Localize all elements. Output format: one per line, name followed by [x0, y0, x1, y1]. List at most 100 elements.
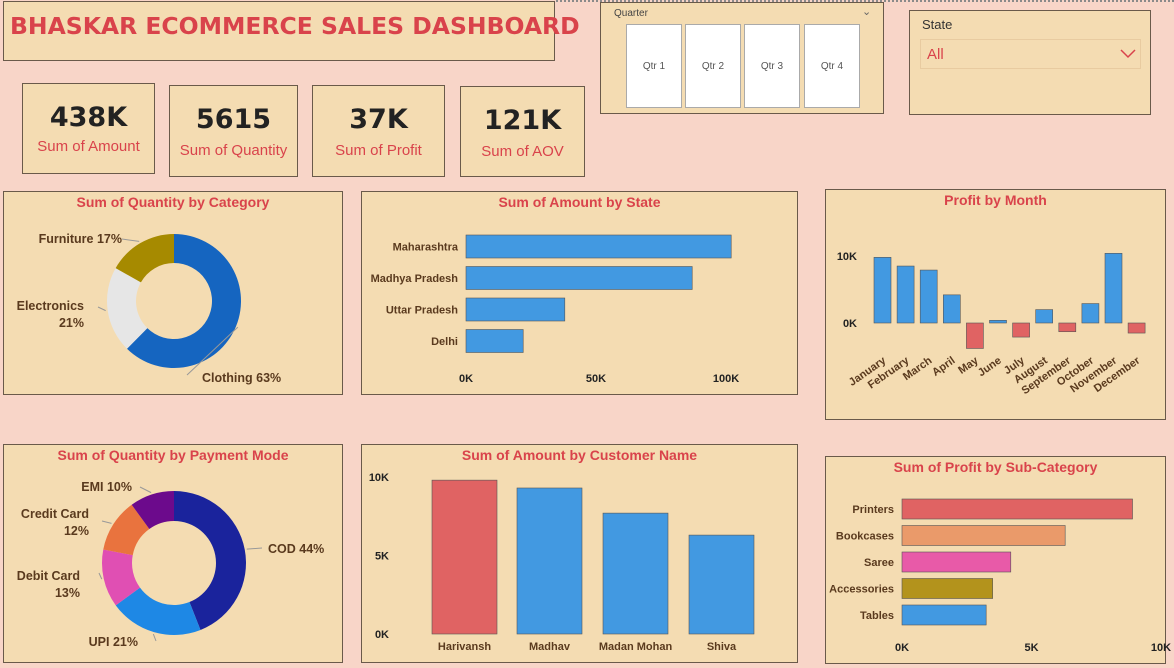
kpi-label: Sum of Quantity: [179, 142, 288, 159]
state-slicer-label: State: [922, 17, 953, 32]
leader-line: [139, 486, 152, 494]
bar: [465, 234, 732, 259]
quarter-option-qtr3[interactable]: Qtr 3: [744, 24, 800, 108]
slice-label: 21%: [59, 316, 84, 330]
quarter-option-qtr2[interactable]: Qtr 2: [685, 24, 741, 108]
bar: [1035, 309, 1053, 324]
bar: [688, 534, 755, 635]
bar: [1058, 322, 1077, 333]
tick-label: 10K: [369, 472, 389, 484]
bar: [602, 512, 669, 635]
qty-by-payment-chart: Sum of Quantity by Payment Mode COD 44% U…: [3, 444, 343, 663]
category-label: Madan Mohan: [599, 641, 673, 653]
category-label: Saree: [864, 557, 894, 569]
bar: [1012, 322, 1030, 338]
bar: [1081, 303, 1100, 324]
bar-svg: JanuaryFebruaryMarchAprilMayJuneJulyAugu…: [837, 251, 1146, 397]
category-label: Uttar Pradesh: [386, 305, 458, 317]
dashboard-title: BHASKAR ECOMMERCE SALES DASHBOARD: [10, 12, 580, 40]
month-label: June: [976, 355, 1004, 380]
category-label: Shiva: [707, 641, 737, 653]
bar: [901, 578, 993, 599]
amount-by-customer-chart: Sum of Amount by Customer Name Harivansh…: [361, 444, 798, 663]
bar: [516, 487, 583, 635]
category-label: Harivansh: [438, 641, 491, 653]
tick-label: 0K: [843, 318, 857, 330]
qty-by-category-chart: Sum of Quantity by Category Clothing 63%…: [3, 191, 343, 395]
bar: [465, 329, 524, 353]
kpi-card-profit: 37K Sum of Profit: [312, 85, 445, 177]
bar: [873, 257, 892, 324]
kpi-card-amount: 438K Sum of Amount: [22, 83, 155, 174]
bar-svg: Harivansh Madhav Madan Mohan Shiva 10K 5K 0K: [369, 472, 755, 653]
category-label: Printers: [852, 504, 894, 516]
leader-line: [101, 520, 112, 524]
bar: [465, 266, 693, 290]
month-label: April: [930, 355, 957, 379]
slice-label: Credit Card: [21, 507, 89, 521]
category-label: Bookcases: [836, 531, 894, 543]
leader-line: [152, 633, 157, 642]
kpi-card-quantity: 5615 Sum of Quantity: [169, 85, 298, 177]
kpi-value: 121K: [483, 105, 562, 136]
tick-label: 0K: [895, 642, 909, 654]
bar: [943, 294, 961, 324]
tick-label: 0K: [459, 373, 473, 385]
kpi-value: 37K: [349, 104, 408, 135]
kpi-value: 5615: [195, 104, 272, 135]
donut-svg: Clothing 63% Electronics 21% Furniture 17%: [17, 232, 282, 385]
amount-by-state-chart: Sum of Amount by State Maharashtra Madhya…: [361, 191, 798, 395]
kpi-label: Sum of Amount: [37, 138, 140, 155]
slice-label: Debit Card: [17, 569, 80, 583]
profit-by-subcategory-chart: Sum of Profit by Sub-Category Printers Bo…: [825, 456, 1171, 664]
slice-label: COD 44%: [268, 542, 324, 556]
kpi-label: Sum of AOV: [481, 143, 564, 160]
tick-label: 5K: [1024, 642, 1038, 654]
quarter-option-qtr4[interactable]: Qtr 4: [804, 24, 860, 108]
kpi-card-aov: 121K Sum of AOV: [460, 86, 585, 177]
kpi-label: Sum of Profit: [335, 142, 422, 159]
category-label: Tables: [860, 610, 894, 622]
donut-svg: COD 44% UPI 21% Debit Card 13% Credit Card 12…: [17, 480, 324, 649]
bar: [1127, 322, 1146, 334]
tick-label: 100K: [713, 373, 739, 385]
bar: [901, 604, 987, 626]
category-label: Maharashtra: [393, 242, 459, 254]
slice-label: UPI 21%: [89, 635, 138, 649]
bar: [989, 320, 1007, 324]
chevron-down-icon[interactable]: ⌄: [862, 5, 871, 18]
slice-label: 13%: [55, 586, 80, 600]
leader-line: [246, 547, 263, 550]
bar: [896, 265, 915, 324]
bar: [465, 297, 566, 322]
bar: [919, 269, 938, 324]
bar: [901, 525, 1066, 546]
slice-label: EMI 10%: [81, 480, 132, 494]
bar: [431, 479, 498, 635]
bar: [901, 551, 1012, 573]
tick-label: 5K: [375, 551, 389, 563]
bar: [966, 322, 984, 349]
slice-label: 12%: [64, 524, 89, 538]
slice-label: Electronics: [17, 299, 84, 313]
bar: [1104, 253, 1123, 324]
bar-svg: Printers Bookcases Saree Accessories Tables 0…: [829, 498, 1171, 654]
leader-line: [121, 238, 140, 242]
tick-label: 10K: [1151, 642, 1171, 654]
profit-by-month-chart: Profit by Month January February March Apri…: [825, 189, 1166, 420]
state-dropdown[interactable]: All: [920, 39, 1141, 69]
bar-svg: Maharashtra Madhya Pradesh Uttar Pradesh De…: [371, 234, 739, 385]
title-panel: BHASKAR ECOMMERCE SALES DASHBOARD: [3, 1, 580, 61]
quarter-slicer: Quarter ⌄ Qtr 1 Qtr 2 Qtr 3 Qtr 4: [600, 2, 884, 114]
slice-label: Furniture 17%: [39, 232, 122, 246]
chevron-down-icon: [1120, 49, 1136, 59]
state-slicer: State All: [909, 10, 1151, 115]
category-label: Madhya Pradesh: [371, 273, 459, 285]
quarter-option-qtr1[interactable]: Qtr 1: [626, 24, 682, 108]
tick-label: 50K: [586, 373, 606, 385]
leader-line: [97, 306, 106, 312]
category-label: Madhav: [529, 641, 571, 653]
bar: [901, 498, 1133, 520]
tick-label: 0K: [375, 629, 389, 641]
category-label: Delhi: [431, 336, 458, 348]
